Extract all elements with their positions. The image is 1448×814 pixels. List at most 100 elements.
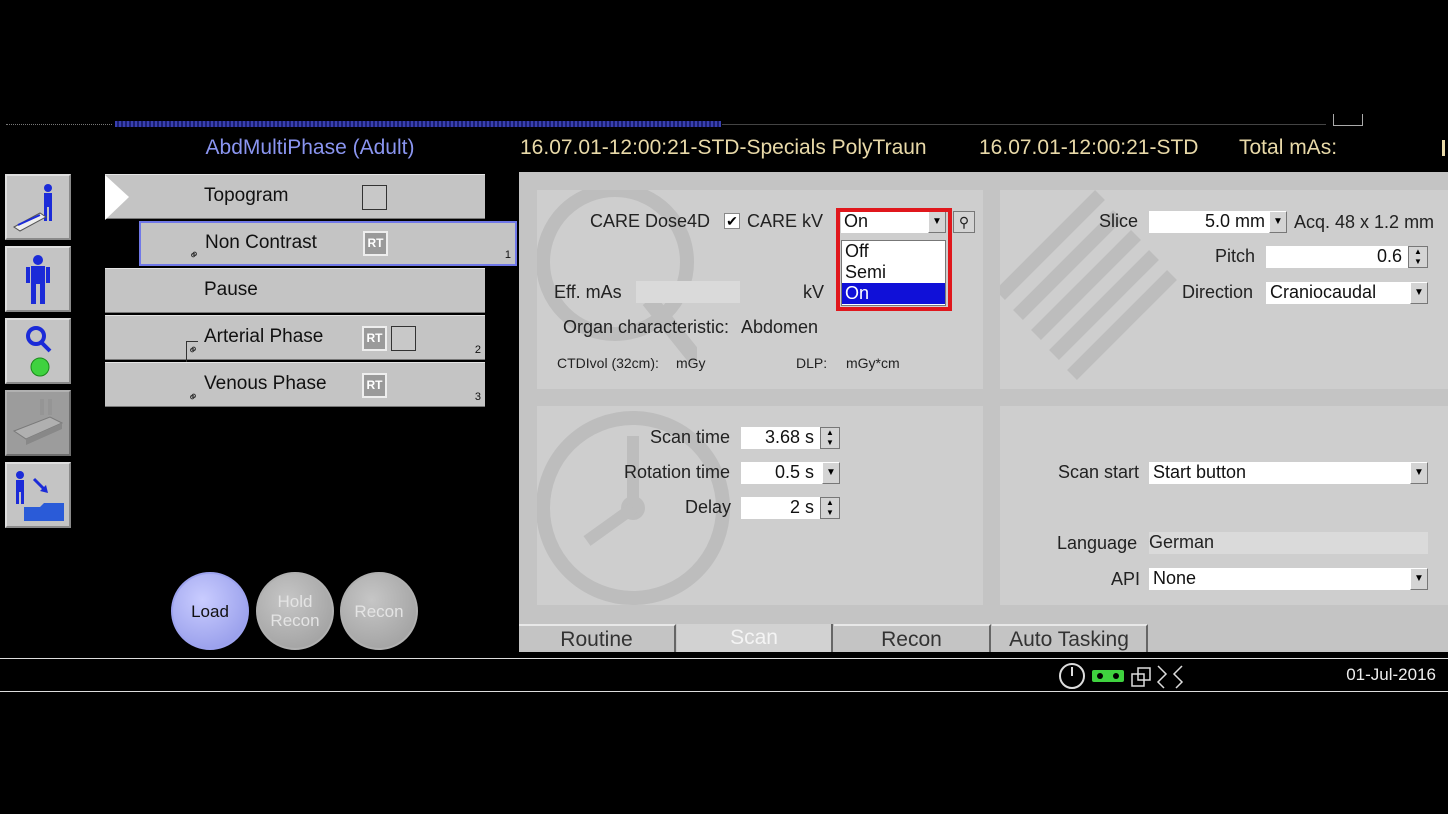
care-dose-label: CARE Dose4D [590,211,711,231]
pitch-label: Pitch [1215,246,1256,266]
scan-start-label: Scan start [1058,462,1140,482]
progress-bar [115,121,721,127]
patient-data-button[interactable] [5,246,71,312]
rotation-time-label: Rotation time [624,462,731,482]
care-dose-checkbox[interactable]: ✔ [724,213,740,229]
exam-status-icon [26,326,52,377]
chevron-down-icon[interactable]: ▼ [1410,568,1428,590]
scanner-button[interactable] [5,390,71,456]
delay-value: 2 s [789,497,814,517]
protocol-label: Venous Phase [204,373,327,394]
protocol-row-topogram[interactable]: Topogram [105,174,485,220]
patient-on-table-icon [13,184,52,232]
spinner-icon[interactable]: ▲ ▼ [820,427,840,449]
ctdi-label: CTDIvol (32cm): [557,355,659,371]
api-label: API [1111,569,1141,589]
direction-value: Craniocaudal [1270,282,1377,302]
topogram-checkbox[interactable] [362,185,387,210]
play-arrow-icon [105,175,129,220]
scan-time-stepper[interactable]: 3.68 s ▲ ▼ [741,427,840,449]
slice-value: 5.0 mm [1204,211,1265,231]
arterial-checkbox[interactable] [391,326,416,351]
total-mas-label: Total mAs: [1239,136,1338,159]
tab-scan[interactable]: Scan [677,624,833,652]
search-icon[interactable]: ⚲ [953,211,975,233]
organ-characteristic-label: Organ characteristic: [563,317,730,337]
link-icon: ⚭ [184,387,203,406]
link-icon: ⚭ [185,245,204,264]
protocol-row-non-contrast[interactable]: ⚭ Non Contrast RT 1 [139,221,517,266]
recon-button[interactable]: Recon [340,572,418,650]
patient-browser-button[interactable] [5,462,71,528]
protocol-row-pause[interactable]: Pause [105,268,485,313]
slice-label: Slice [1099,211,1139,231]
eff-mas-label: Eff. mAs [554,282,622,302]
load-button[interactable]: Load [171,572,249,650]
protocol-label: Pause [204,279,258,300]
direction-select[interactable]: Craniocaudal ▼ [1266,282,1428,304]
header-separator [1216,130,1236,166]
patient-to-folder-icon [16,471,64,521]
scan-time-value: 3.68 s [764,427,814,447]
api-select[interactable]: None ▼ [1149,568,1428,590]
api-value: None [1153,568,1197,588]
power-icon [1059,663,1085,689]
chevron-down-icon[interactable]: ▼ [1269,211,1287,233]
pitch-value: 0.6 [1376,246,1402,266]
rt-badge[interactable]: RT [363,231,388,256]
progress-track-left [6,124,112,126]
scan-start-select[interactable]: Start button ▼ [1149,462,1428,484]
chevron-down-icon[interactable]: ▼ [1410,282,1428,304]
rt-badge[interactable]: RT [362,326,387,351]
header-edge-marker [1442,140,1445,156]
pitch-stepper[interactable]: 0.6 ▲ ▼ [1266,246,1428,268]
scan-time-label: Scan time [650,427,731,447]
tab-auto-tasking[interactable]: Auto Tasking [992,624,1148,652]
protocol-row-arterial[interactable]: ⚭ Arterial Phase RT 2 [105,315,485,386]
rotation-time-value: 0.5 s [774,462,814,482]
eff-mas-field [636,281,740,303]
annotation-highlight-box [836,208,952,311]
protocol-number: 1 [504,249,511,261]
rotation-time-select[interactable]: 0.5 s ▼ [741,462,840,484]
scanner-table-icon [12,399,64,445]
top-toggle-button[interactable] [1333,114,1363,126]
protocol-label: Topogram [204,185,289,206]
connection-icon [1156,665,1184,689]
spinner-icon[interactable]: ▲ ▼ [1408,246,1428,268]
examination-button[interactable] [5,318,71,384]
progress-track-right [722,124,1326,126]
status-bar [0,658,1448,692]
patient-position-button[interactable] [5,174,71,240]
acquisition-text: Acq. 48 x 1.2 mm [1294,212,1435,232]
tab-routine[interactable]: Routine [519,624,676,652]
ctdi-unit: mGy [676,355,706,371]
delay-label: Delay [685,497,732,517]
scan-start-value: Start button [1153,462,1247,482]
direction-label: Direction [1182,282,1254,302]
protocol-label: Arterial Phase [204,326,324,347]
kv-label: kV [803,282,825,302]
header-separator [958,130,978,166]
slice-select[interactable]: 5.0 mm ▼ [1149,211,1287,233]
protocol-number: 2 [474,344,481,356]
tab-recon[interactable]: Recon [834,624,991,652]
dlp-label: DLP: [796,355,828,371]
windows-icon [1131,667,1151,687]
spinner-icon[interactable]: ▲ ▼ [820,497,840,519]
hold-recon-button[interactable]: Hold Recon [256,572,334,650]
dlp-unit: mGy*cm [846,355,900,371]
series-name-1: 16.07.01-12:00:21-STD-Specials PolyTraun [520,136,927,159]
organ-characteristic-value: Abdomen [741,317,819,337]
network-icon [1092,670,1124,682]
patient-figure-icon [26,255,50,304]
status-icons [1059,663,1184,689]
care-kv-label: CARE kV [747,211,824,231]
chevron-down-icon[interactable]: ▼ [1410,462,1428,484]
protocol-row-venous[interactable]: ⚭ Venous Phase RT 3 [105,362,485,407]
protocol-title: AbdMultiPhase (Adult) [205,136,415,159]
rt-badge[interactable]: RT [362,373,387,398]
chevron-down-icon[interactable]: ▼ [822,462,840,484]
delay-stepper[interactable]: 2 s ▲ ▼ [741,497,840,519]
protocol-number: 3 [474,391,481,403]
